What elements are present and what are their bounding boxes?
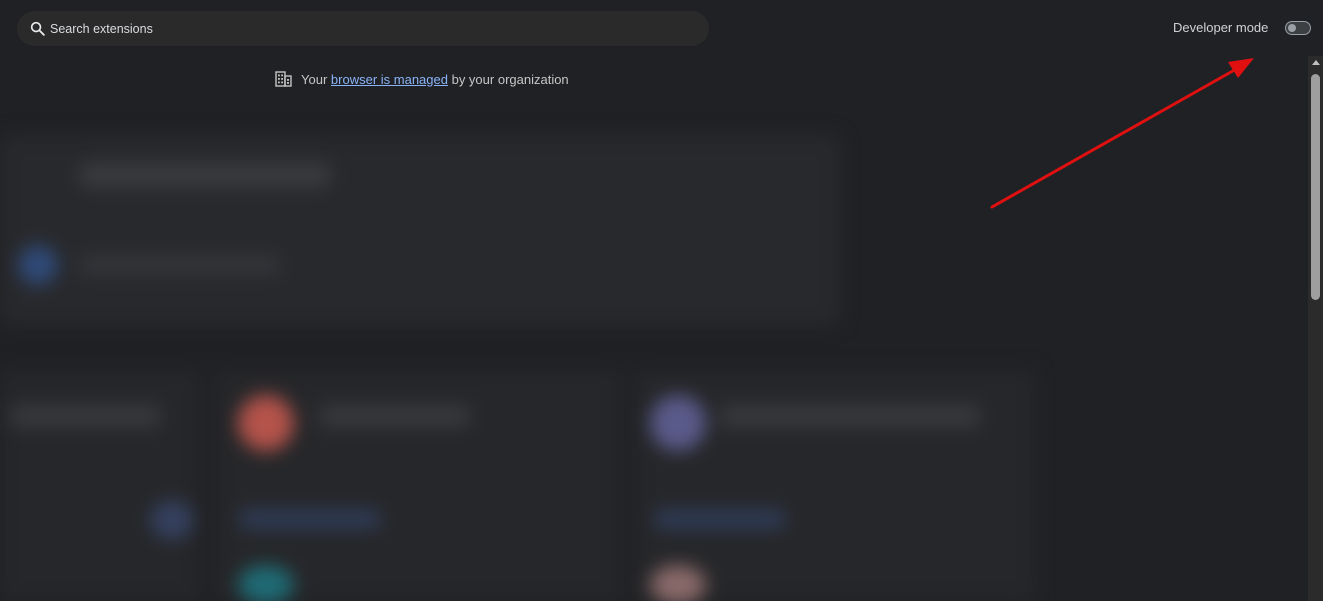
managed-suffix: by your organization: [451, 71, 569, 87]
blurred-content: [0, 95, 1310, 601]
managed-text: Your browser is managed by your organiza…: [301, 72, 569, 87]
extensions-page: Developer mode Your browser is managed b…: [0, 0, 1323, 601]
managed-prefix: Your: [301, 71, 328, 87]
blurred-text-line: [655, 510, 785, 528]
managed-notice: Your browser is managed by your organiza…: [275, 70, 569, 88]
blurred-text-line: [80, 163, 330, 187]
building-icon: [275, 71, 292, 87]
browser-managed-link[interactable]: browser is managed: [331, 72, 448, 87]
blurred-text-line: [720, 405, 980, 427]
search-input[interactable]: [50, 11, 650, 46]
blurred-avatar: [18, 245, 58, 285]
blurred-icon: [150, 500, 194, 540]
blurred-icon: [650, 395, 706, 451]
developer-mode-toggle[interactable]: [1285, 21, 1311, 35]
blurred-text-line: [80, 255, 280, 275]
blurred-text-line: [320, 405, 470, 427]
developer-mode-label: Developer mode: [1173, 20, 1269, 35]
blurred-text-line: [240, 510, 380, 528]
toggle-knob: [1288, 24, 1296, 32]
scrollbar-thumb[interactable]: [1311, 74, 1320, 300]
blurred-icon: [238, 395, 294, 451]
scroll-up-arrow-icon[interactable]: [1312, 60, 1320, 65]
blurred-text-line: [10, 405, 160, 427]
search-bar[interactable]: [17, 11, 709, 46]
blurred-icon: [238, 565, 294, 601]
blurred-icon: [650, 565, 706, 601]
search-icon: [30, 21, 45, 36]
